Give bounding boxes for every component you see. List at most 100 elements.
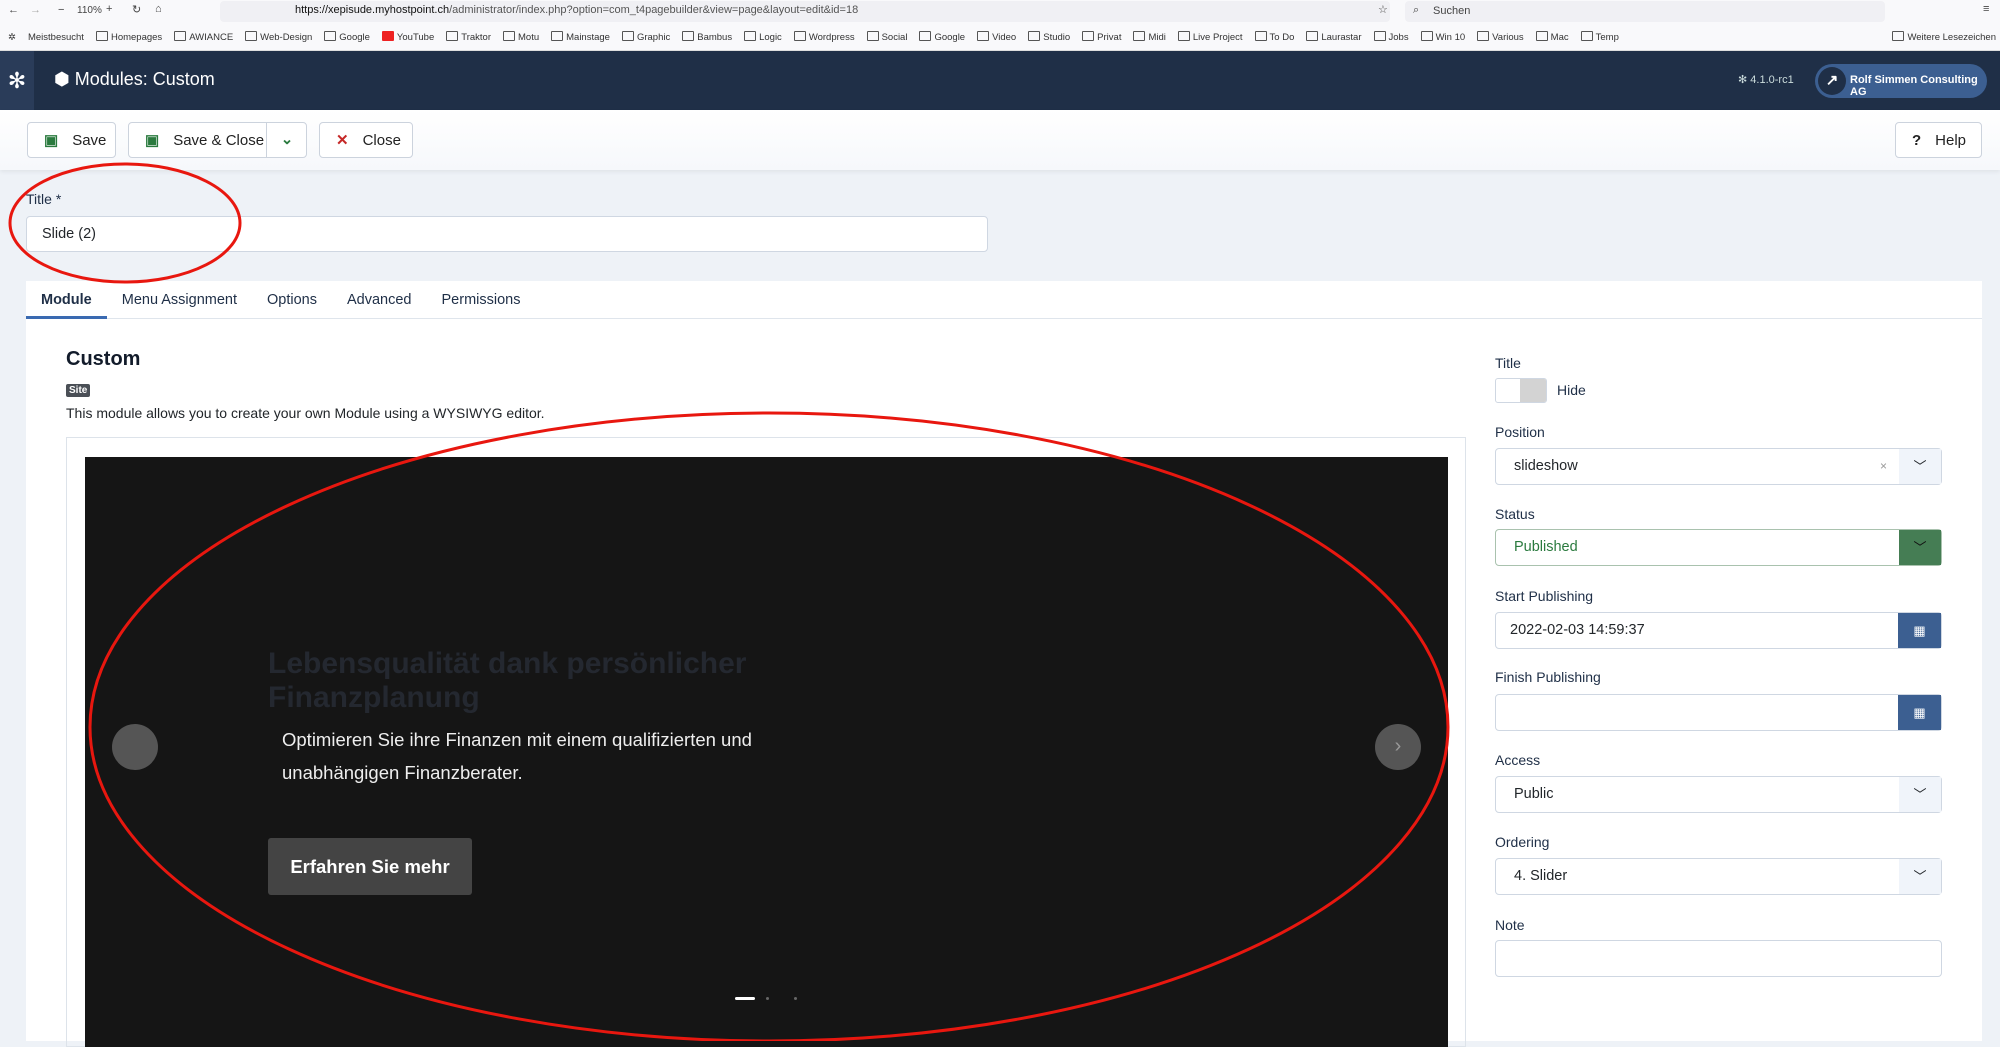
slide-indicator[interactable]	[766, 997, 769, 1000]
back-icon[interactable]: ←	[8, 4, 19, 16]
external-link-icon: ↗	[1818, 67, 1846, 95]
version: ✻ 4.1.0-rc1	[1738, 74, 1794, 86]
bookmarks-bar: ✲ Meistbesucht Homepages AWIANCE Web-Design…	[0, 24, 2000, 51]
position-value: slideshow	[1514, 458, 1578, 474]
start-publishing-value: 2022-02-03 14:59:37	[1510, 622, 1645, 638]
title-input[interactable]: Slide (2)	[26, 216, 988, 252]
bookmark-item[interactable]: Wordpress	[794, 31, 855, 43]
bookmark-item[interactable]: Laurastar	[1306, 31, 1361, 43]
slide-indicator[interactable]	[794, 997, 797, 1000]
save-button[interactable]: ▣ Save	[27, 122, 116, 158]
learn-more-button[interactable]: Erfahren Sie mehr	[268, 838, 472, 895]
menu-icon[interactable]: ≡	[1983, 3, 1989, 15]
ordering-select[interactable]: 4. Slider ﹀	[1495, 858, 1942, 895]
title-toggle[interactable]	[1495, 378, 1547, 403]
note-label: Note	[1495, 917, 1525, 933]
bookmark-item[interactable]: Homepages	[96, 31, 162, 43]
bookmark-item[interactable]: Midi	[1133, 31, 1165, 43]
position-select[interactable]: slideshow × ﹀	[1495, 448, 1942, 485]
title-label: Title *	[26, 191, 62, 207]
ordering-label: Ordering	[1495, 834, 1550, 850]
bookmark-item[interactable]: AWIANCE	[174, 31, 233, 43]
calendar-icon[interactable]: ▦	[1898, 695, 1941, 730]
search-icon: ⌕	[1413, 4, 1420, 16]
status-value: Published	[1514, 539, 1578, 555]
bookmark-item[interactable]: Social	[867, 31, 908, 43]
slide-text: Optimieren Sie ihre Finanzen mit einem q…	[282, 729, 752, 783]
bookmark-item[interactable]: Jobs	[1374, 31, 1409, 43]
save-label: Save	[72, 131, 107, 149]
bookmark-item[interactable]: Meistbesucht	[28, 32, 84, 43]
bookmark-item[interactable]: Google	[324, 31, 370, 43]
start-publishing-label: Start Publishing	[1495, 588, 1594, 604]
tab-options[interactable]: Options	[252, 281, 332, 319]
help-icon: ?	[1912, 131, 1922, 149]
site-link-button[interactable]: ↗ Rolf Simmen Consulting AG	[1815, 64, 1987, 98]
forward-icon[interactable]: →	[30, 4, 41, 16]
bookmark-star-icon[interactable]: ☆	[1378, 3, 1388, 16]
ordering-value: 4. Slider	[1514, 868, 1568, 884]
bookmark-item[interactable]: Mainstage	[551, 31, 610, 43]
browser-search[interactable]: ⌕ Suchen	[1405, 1, 1885, 22]
status-select[interactable]: Published ﹀	[1495, 529, 1942, 566]
previous-slide-button[interactable]	[112, 724, 158, 770]
more-bookmarks[interactable]: Weitere Lesezeichen	[1892, 31, 1996, 43]
home-icon[interactable]: ⌂	[155, 3, 162, 15]
tab-module[interactable]: Module	[26, 281, 107, 319]
slide-preview: Lebensqualität dank persönlicher Finanzp…	[85, 457, 1448, 1047]
tab-menu-assignment[interactable]: Menu Assignment	[107, 281, 252, 319]
bookmark-item[interactable]: Privat	[1082, 31, 1121, 43]
close-button[interactable]: ✕ Close	[319, 122, 413, 158]
save-icon: ▣	[145, 132, 160, 149]
site-name: Rolf Simmen Consulting AG	[1850, 74, 1978, 98]
access-select[interactable]: Public ﹀	[1495, 776, 1942, 813]
clear-icon[interactable]: ×	[1880, 459, 1887, 473]
bookmark-item[interactable]: Motu	[503, 31, 539, 43]
bookmark-item[interactable]: Temp	[1581, 31, 1619, 43]
bookmark-item[interactable]: Web-Design	[245, 31, 312, 43]
status-label: Status	[1495, 506, 1535, 522]
bookmark-item[interactable]: Graphic	[622, 31, 670, 43]
save-close-button[interactable]: Save & Close	[173, 132, 264, 149]
close-label: Close	[362, 131, 401, 149]
tab-permissions[interactable]: Permissions	[427, 281, 536, 319]
bookmark-item[interactable]: Logic	[744, 31, 782, 43]
zoom-out-icon[interactable]: −	[58, 4, 64, 16]
next-slide-button[interactable]: ›	[1375, 724, 1421, 770]
version-text: 4.1.0-rc1	[1750, 74, 1794, 86]
bookmark-item[interactable]: Live Project	[1178, 31, 1243, 43]
app-header: ✻ ⬢ Modules: Custom ✻ 4.1.0-rc1 ↗ Rolf Si…	[0, 51, 2000, 110]
calendar-icon[interactable]: ▦	[1898, 613, 1941, 648]
bookmark-item[interactable]: To Do	[1255, 31, 1295, 43]
finish-publishing-input[interactable]: ▦	[1495, 694, 1942, 731]
reload-icon[interactable]: ↻	[132, 3, 141, 16]
bookmark-item[interactable]: Bambus	[682, 31, 732, 43]
finish-publishing-label: Finish Publishing	[1495, 669, 1601, 685]
chevron-down-icon[interactable]: ⌄	[266, 123, 307, 157]
url-path: /administrator/index.php?option=com_t4pa…	[449, 4, 859, 16]
bookmark-item[interactable]: Win 10	[1421, 31, 1466, 43]
bookmark-item[interactable]: Mac	[1536, 31, 1569, 43]
chevron-down-icon: ﹀	[1899, 777, 1941, 812]
zoom-level[interactable]: 110%	[77, 5, 102, 16]
url-bar[interactable]: https://xepisude.myhostpoint.ch/administ…	[220, 1, 1390, 22]
zoom-in-icon[interactable]: +	[106, 3, 112, 15]
chevron-down-icon: ﹀	[1899, 859, 1941, 894]
help-label: Help	[1935, 131, 1967, 149]
bookmark-item[interactable]: Various	[1477, 31, 1524, 43]
bookmark-item[interactable]: Video	[977, 31, 1016, 43]
note-input[interactable]	[1495, 940, 1942, 977]
tab-bar: Module Menu Assignment Options Advanced Perm…	[26, 281, 1982, 319]
start-publishing-input[interactable]: 2022-02-03 14:59:37 ▦	[1495, 612, 1942, 649]
access-label: Access	[1495, 752, 1541, 768]
tab-advanced[interactable]: Advanced	[332, 281, 427, 319]
position-label: Position	[1495, 424, 1545, 440]
bookmark-item[interactable]: YouTube	[382, 31, 434, 43]
bookmark-item[interactable]: Studio	[1028, 31, 1070, 43]
bookmark-item[interactable]: Traktor	[446, 31, 491, 43]
help-button[interactable]: ? Help	[1895, 122, 1982, 158]
slide-indicator[interactable]	[735, 997, 755, 1000]
joomla-logo-icon[interactable]: ✻	[0, 51, 34, 110]
bookmark-item[interactable]: Google	[919, 31, 965, 43]
page-title-text: Modules: Custom	[74, 69, 215, 89]
